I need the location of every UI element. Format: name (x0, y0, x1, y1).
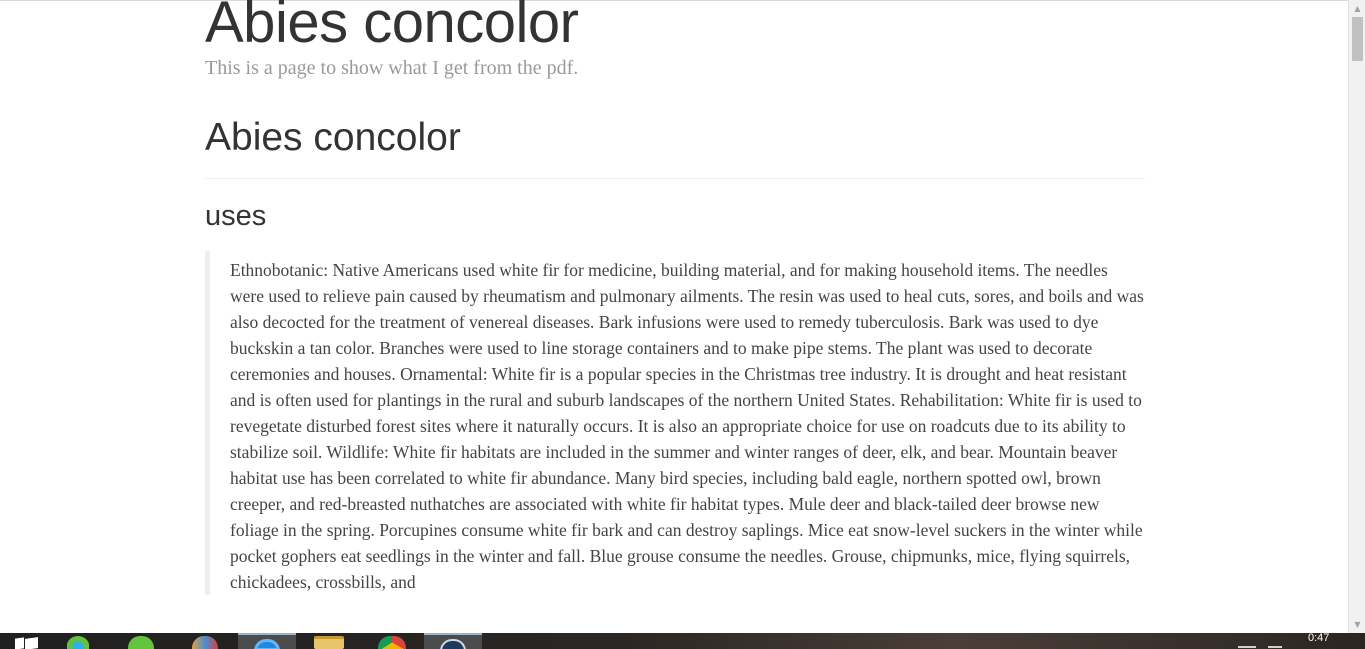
scroll-thumb[interactable] (1352, 17, 1363, 61)
steam-icon (440, 639, 466, 649)
uses-blockquote: Ethnobotanic: Native Americans used whit… (205, 251, 1145, 595)
section-heading-uses: uses (205, 200, 267, 232)
down-arrow-icon[interactable]: ▼ (1349, 616, 1365, 633)
up-arrow-icon[interactable]: ▲ (1349, 0, 1365, 17)
page-content: Abies concolor This is a page to show wh… (205, 0, 1145, 595)
page-viewport[interactable]: Abies concolor This is a page to show wh… (0, 0, 1348, 633)
steam-taskbar-button[interactable] (424, 633, 482, 649)
vertical-scrollbar[interactable]: ▲ ▼ (1348, 0, 1365, 633)
browser-taskbar-button[interactable] (238, 633, 296, 649)
site-subtitle: This is a page to show what I get from t… (205, 57, 579, 79)
tray-indicator (1238, 646, 1256, 648)
file-explorer-icon[interactable] (314, 636, 344, 649)
page-title: Abies concolor (205, 114, 1145, 179)
clover-app-icon[interactable] (66, 636, 90, 649)
chrome-icon[interactable] (378, 636, 406, 649)
taskbar: 0:47 (0, 633, 1365, 649)
browser-icon (254, 639, 280, 649)
wechat-icon[interactable] (128, 636, 154, 649)
tray-indicator (1268, 646, 1282, 648)
paint-icon[interactable] (192, 636, 218, 649)
uses-text: Ethnobotanic: Native Americans used whit… (230, 260, 1144, 592)
site-title: Abies concolor (205, 0, 579, 55)
taskbar-clock[interactable]: 0:47 (1308, 633, 1329, 644)
windows-start-icon[interactable] (8, 633, 38, 649)
